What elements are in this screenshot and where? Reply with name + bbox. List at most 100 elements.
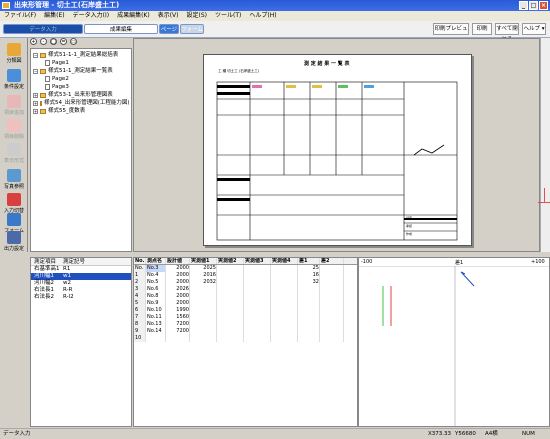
grid-cell[interactable] — [190, 314, 217, 321]
table-row[interactable]: 8 No.13 7200 — [134, 321, 357, 328]
display-format-button[interactable]: 表示形式 — [2, 142, 26, 167]
grid-cell[interactable] — [271, 272, 298, 279]
tree-node-page3[interactable]: Page3 — [33, 83, 129, 91]
grid-cell[interactable] — [320, 265, 344, 272]
tree-node-summary[interactable]: − 様式51-1-1_測定結果総括表 — [33, 51, 129, 59]
grid-cell[interactable]: No.9 — [146, 300, 166, 307]
grid-cell[interactable] — [271, 300, 298, 307]
table-row[interactable]: 7 No.11 1560 — [134, 314, 357, 321]
grid-cell[interactable] — [244, 328, 271, 335]
list-item[interactable]: 右法長1 R-R — [31, 287, 131, 294]
help-button[interactable]: ヘルプ ▾ — [522, 23, 546, 35]
expand-icon[interactable]: + — [33, 92, 38, 98]
table-row[interactable]: 6 No.10 1990 — [134, 307, 357, 314]
grid-cell[interactable] — [146, 335, 166, 342]
grid-cell[interactable] — [298, 286, 320, 293]
grid-cell[interactable] — [244, 272, 271, 279]
grid-cell[interactable]: 7 — [134, 314, 146, 321]
grid-cell[interactable] — [271, 286, 298, 293]
grid-cell[interactable] — [320, 335, 344, 342]
close-all-button[interactable]: すべて閉じる — [495, 23, 519, 43]
grid-cell[interactable] — [166, 335, 190, 342]
tree-node-page1[interactable]: Page1 — [33, 59, 129, 67]
grid-cell[interactable]: 2000 — [166, 300, 190, 307]
grid-cell[interactable] — [271, 265, 298, 272]
grid-cell[interactable]: No.13 — [146, 321, 166, 328]
grid-cell[interactable]: 2000 — [166, 293, 190, 300]
grid-cell[interactable] — [244, 279, 271, 286]
table-row[interactable]: 4 No.8 2000 — [134, 293, 357, 300]
expand-icon[interactable]: + — [33, 100, 38, 106]
grid-cell[interactable] — [244, 321, 271, 328]
grid-cell[interactable]: No. — [134, 265, 146, 272]
list-item[interactable]: 右法長2 R-l2 — [31, 294, 131, 301]
table-row[interactable]: 3 No.6 2026 — [134, 286, 357, 293]
grid-cell[interactable] — [298, 321, 320, 328]
zoom-width-icon[interactable]: = — [60, 38, 67, 45]
grid-cell[interactable]: 2000 — [166, 272, 190, 279]
grid-cell[interactable] — [320, 279, 344, 286]
print-preview-button[interactable]: 印刷プレビュー — [433, 23, 469, 43]
grid-cell[interactable]: 2016 — [190, 272, 217, 279]
grid-cell[interactable] — [298, 314, 320, 321]
grid-cell[interactable]: 1560 — [166, 314, 190, 321]
grid-cell[interactable] — [298, 300, 320, 307]
tree-node-management-table[interactable]: + 様式53-1_出来形管理図表 — [33, 91, 129, 99]
grid-cell[interactable] — [217, 265, 244, 272]
grid-cell[interactable] — [298, 328, 320, 335]
collapse-icon[interactable]: − — [33, 68, 38, 74]
grid-cell[interactable] — [320, 307, 344, 314]
list-item[interactable]: 右基準高1 R1 — [31, 266, 131, 273]
table-row[interactable]: 2 No.5 2000 2032 32 — [134, 279, 357, 286]
grid-cell[interactable] — [298, 335, 320, 342]
grid-cell[interactable]: 2000 — [166, 265, 190, 272]
grid-cell[interactable] — [244, 300, 271, 307]
grid-cell[interactable] — [320, 293, 344, 300]
grid-cell[interactable]: 6 — [134, 307, 146, 314]
grid-cell[interactable]: 8 — [134, 321, 146, 328]
minimize-button[interactable]: _ — [519, 1, 528, 10]
grid-cell[interactable] — [298, 293, 320, 300]
grid-cell[interactable] — [320, 286, 344, 293]
grid-cell[interactable] — [190, 335, 217, 342]
classification-button[interactable]: 分類図 — [2, 42, 26, 67]
grid-cell[interactable] — [244, 307, 271, 314]
menu-file[interactable]: ファイル(F) — [4, 11, 36, 21]
grid-cell[interactable] — [190, 293, 217, 300]
zoom-out-icon[interactable]: - — [40, 38, 47, 45]
grid-cell[interactable] — [298, 307, 320, 314]
grid-cell[interactable]: No.3 — [146, 265, 166, 272]
grid-cell[interactable]: No.8 — [146, 293, 166, 300]
grid-cell[interactable]: 2032 — [190, 279, 217, 286]
grid-cell[interactable] — [190, 321, 217, 328]
grid-cell[interactable] — [190, 286, 217, 293]
grid-cell[interactable] — [217, 300, 244, 307]
table-row[interactable]: 10 — [134, 335, 357, 342]
table-row[interactable]: 1 No.4 2000 2016 16 — [134, 272, 357, 279]
grid-cell[interactable] — [217, 314, 244, 321]
grid-cell[interactable]: No.4 — [146, 272, 166, 279]
grid-cell[interactable] — [217, 272, 244, 279]
grid-cell[interactable] — [271, 335, 298, 342]
grid-cell[interactable]: 2025 — [190, 265, 217, 272]
zoom-in-icon[interactable]: + — [30, 38, 37, 45]
grid-cell[interactable] — [320, 314, 344, 321]
tab-data-input[interactable]: データ入力 — [3, 24, 83, 34]
tab-page[interactable]: ページ — [159, 24, 179, 34]
zoom-page-icon[interactable]: ▭ — [70, 38, 77, 45]
delete-item-button[interactable]: 項目削除 — [2, 118, 26, 143]
grid-cell[interactable]: No.6 — [146, 286, 166, 293]
grid-cell[interactable] — [271, 314, 298, 321]
grid-cell[interactable] — [190, 328, 217, 335]
grid-cell[interactable]: 10 — [134, 335, 146, 342]
tree-node-process-chart[interactable]: + 様式54_出来形管理図(工程能力図) — [33, 99, 130, 107]
list-item-selected[interactable]: 河川幅1 w1 — [31, 273, 131, 280]
grid-cell[interactable]: No.11 — [146, 314, 166, 321]
menu-settings[interactable]: 設定(S) — [187, 11, 208, 21]
tree-node-page2[interactable]: Page2 — [33, 75, 129, 83]
grid-cell[interactable]: 3 — [134, 286, 146, 293]
grid-cell[interactable] — [271, 307, 298, 314]
photo-reference-button[interactable]: 写真参照 — [2, 168, 26, 193]
menu-tools[interactable]: ツール(T) — [215, 11, 241, 21]
grid-cell[interactable] — [217, 286, 244, 293]
